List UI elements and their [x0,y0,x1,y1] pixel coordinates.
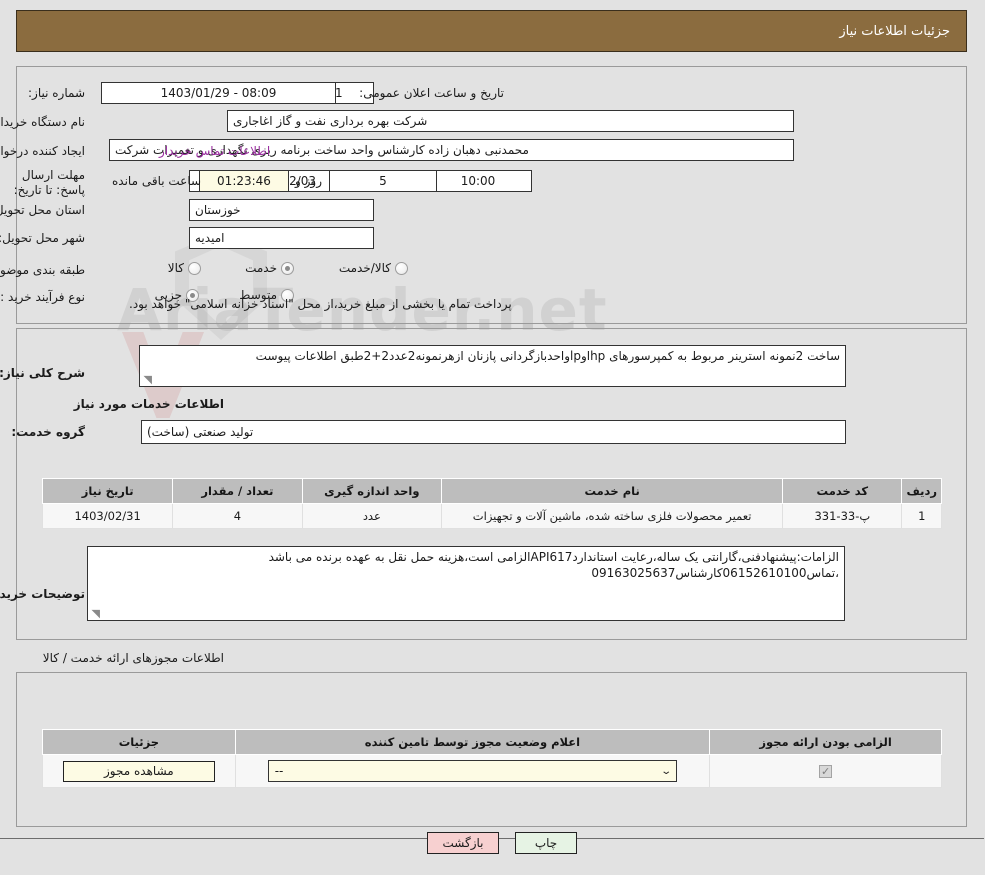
col-permit-required: الزامی بودن ارائه مجوز [710,729,943,755]
category-label: طبقه بندی موضوعی: [0,263,86,277]
view-permit-button[interactable]: مشاهده مجوز [64,760,216,782]
table-row: 1 پ-33-331 تعمیر محصولات فلزی ساخته شده،… [42,503,943,529]
public-announce-label: تاریخ و ساعت اعلان عمومی: [360,86,505,100]
col-quantity: تعداد / مقدار [173,478,304,504]
cell-name: تعمیر محصولات فلزی ساخته شده، ماشین آلات… [442,503,785,529]
permit-status-value: -- [275,764,285,778]
radio-kala-khedmat-icon[interactable] [396,261,409,275]
category-option-label-0: کالا [168,261,185,275]
cell-quantity: 4 [173,503,304,529]
services-section-heading: اطلاعات خدمات مورد نیاز [74,397,225,411]
hour-field[interactable]: 10:00 [425,170,533,192]
description-textarea[interactable]: ساخت 2نمونه استرینر مربوط به کمپرسورهای … [140,345,847,387]
col-date: تاریخ نیاز [42,478,175,504]
resize-grip-icon[interactable]: ◥ [143,374,153,385]
payment-note: پرداخت تمام یا بخشی از مبلغ خرید،از محل … [130,297,513,311]
permit-required-checkbox[interactable]: ✓ [820,765,834,778]
buyer-org-field[interactable]: شرکت بهره برداری نفت و گاز اغاجاری [228,110,795,132]
process-type-label: نوع فرآیند خرید : [1,290,86,304]
radio-kala-icon[interactable] [189,261,202,275]
col-row: ردیف [902,478,943,504]
col-permit-status: اعلام وضعیت مجوز توسط تامین کننده [235,729,712,755]
public-announce-field[interactable]: 1403/01/29 - 08:09 [102,82,337,104]
cell-permit-status: ⌄ -- [235,754,712,788]
days-remaining-field[interactable]: 5 [330,170,438,192]
cell-date: 1403/02/31 [42,503,175,529]
category-option-label-2: کالا/خدمت [339,261,392,275]
service-group-label: گروه خدمت: [12,425,86,439]
permits-table-header-row: الزامی بودن ارائه مجوز اعلام وضعیت مجوز … [43,729,943,755]
category-radio-kala-khedmat[interactable]: کالا/خدمت [340,261,409,275]
permits-section-title: اطلاعات مجوزهای ارائه خدمت / کالا [43,651,225,665]
print-button[interactable]: چاپ [516,832,578,854]
remaining-time-label: ساعت باقی مانده [113,174,203,188]
description-label: شرح کلی نیاز: [0,366,86,380]
resize-grip-icon[interactable]: ◥ [91,608,101,619]
buyer-notes-textarea[interactable]: الزامات:پیشنهادفنی،گارانتی یک ساله،رعایت… [88,546,846,621]
buyer-notes-label: توضیحات خریدار: [0,587,86,601]
buyer-contact-link[interactable]: اطلاعات تماس خریدار [160,144,271,158]
description-text: ساخت 2نمونه استرینر مربوط به کمپرسورهای … [256,349,841,363]
province-field[interactable]: خوزستان [190,199,375,221]
cell-row: 1 [902,503,943,529]
buyer-notes-line-1: الزامات:پیشنهادفنی،گارانتی یک ساله،رعایت… [269,550,840,564]
buyer-org-label: نام دستگاه خریدار: [0,115,86,129]
services-table: ردیف کد خدمت نام خدمت واحد اندازه گیری ت… [42,478,943,529]
col-code: کد خدمت [783,478,904,504]
services-table-header-row: ردیف کد خدمت نام خدمت واحد اندازه گیری ت… [42,478,943,504]
col-unit: واحد اندازه گیری [302,478,444,504]
cell-permit-details: مشاهده مجوز [43,754,237,788]
radio-khedmat-icon[interactable] [282,261,295,275]
permit-status-select[interactable]: ⌄ -- [268,760,679,782]
city-field[interactable]: امیدیه [190,227,375,249]
service-group-field[interactable]: تولید صنعتی (ساخت) [142,420,847,444]
province-label: استان محل تحویل: [0,203,86,217]
category-option-label-1: خدمت [246,261,278,275]
page-title: جزئیات اطلاعات نیاز [17,10,968,52]
city-label: شهر محل تحویل: [0,231,86,245]
need-info-panel [17,66,968,324]
category-radio-khedmat[interactable]: خدمت [246,261,295,275]
table-row: ✓ ⌄ -- مشاهده مجوز [43,754,943,788]
col-permit-details: جزئیات [43,729,237,755]
col-name: نام خدمت [442,478,785,504]
chevron-down-icon: ⌄ [661,765,673,777]
deadline-label: مهلت ارسال پاسخ: تا تاریخ: [14,168,86,197]
cell-code: پ-33-331 [783,503,904,529]
days-label: روز و [296,174,323,188]
back-button[interactable]: بازگشت [428,832,500,854]
need-number-label: شماره نیاز: [29,86,86,100]
permits-table: الزامی بودن ارائه مجوز اعلام وضعیت مجوز … [43,729,943,788]
countdown-timer-field: 01:23:46 [200,170,290,192]
category-radio-kala[interactable]: کالا [169,261,202,275]
cell-permit-required: ✓ [710,754,943,788]
requester-label: ایجاد کننده درخواست: [0,144,86,158]
buyer-notes-line-2: ،تماس06152610100کارشناس09163025637 [592,566,840,580]
cell-unit: عدد [302,503,444,529]
